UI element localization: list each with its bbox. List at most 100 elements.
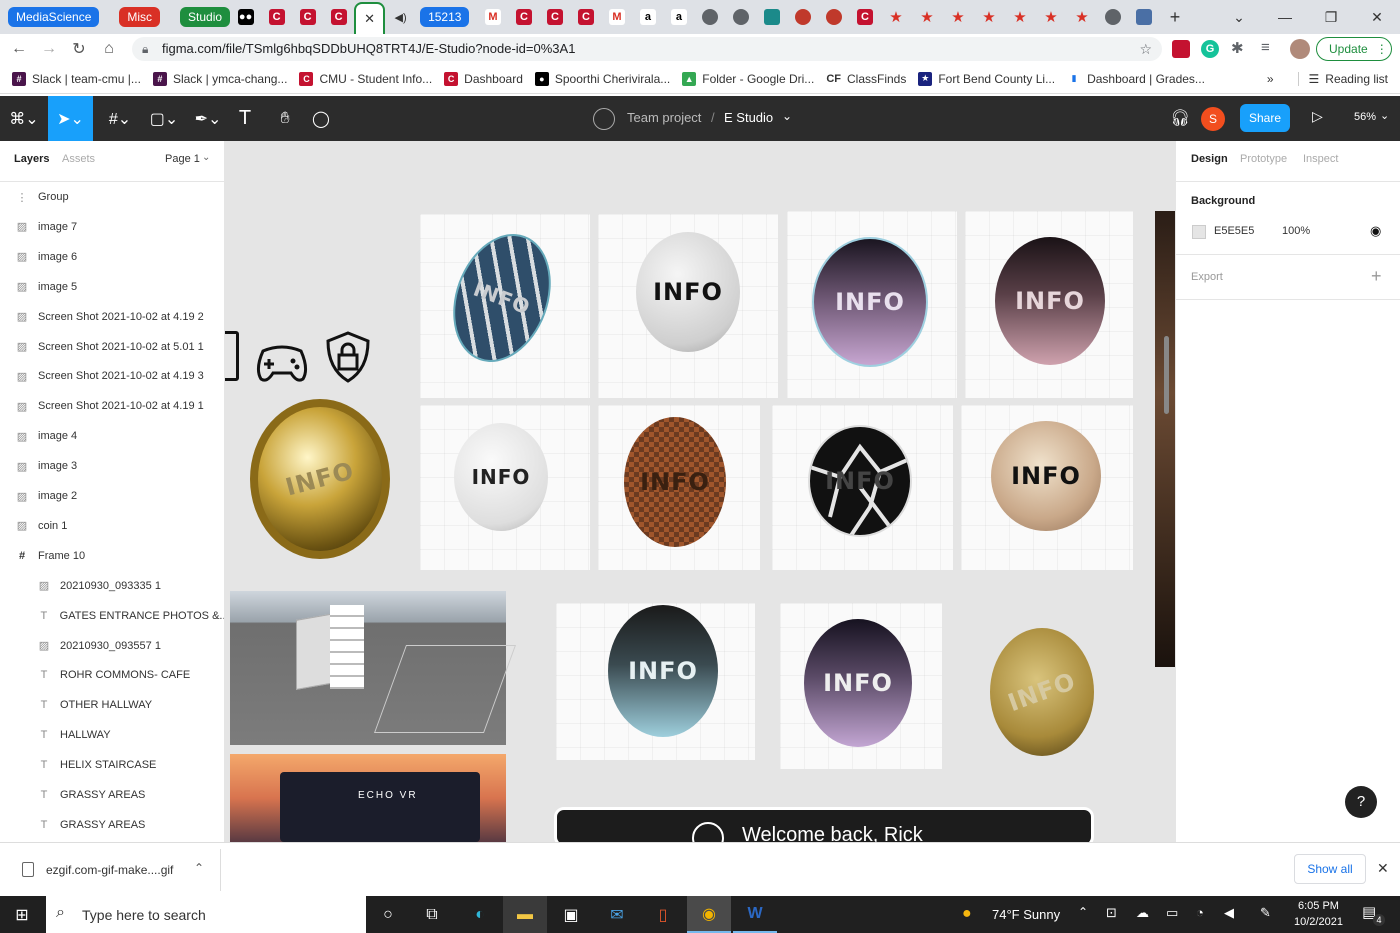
tab-star-7[interactable]: ★	[1066, 0, 1097, 34]
tab-medium[interactable]: ●●	[230, 0, 261, 34]
tab-assets[interactable]: Assets	[62, 153, 95, 165]
tab-star-4[interactable]: ★	[973, 0, 1004, 34]
bookmark-slack-1[interactable]: # Slack | team-cmu |...	[12, 71, 141, 86]
tab-inspect[interactable]: Inspect	[1303, 153, 1338, 165]
layer-row[interactable]: T OTHER HALLWAY	[0, 690, 224, 720]
layer-row[interactable]: ▨ image 7	[0, 212, 224, 242]
back-button[interactable]: ←	[8, 38, 30, 60]
canvas-scrollbar[interactable]	[1164, 336, 1169, 414]
tab-red-2[interactable]	[818, 0, 849, 34]
text-tool-button[interactable]: T	[230, 96, 260, 141]
tab-chrome[interactable]	[1097, 0, 1128, 34]
chevron-down-icon[interactable]: ⌄	[782, 109, 792, 123]
clock-date[interactable]: 10/2/2021	[1294, 916, 1343, 928]
layer-row[interactable]: ▨ Screen Shot 2021-10-02 at 5.01 1	[0, 332, 224, 362]
tab-teal[interactable]	[756, 0, 787, 34]
pen-workspace-icon[interactable]: ✎	[1260, 905, 1271, 921]
layer-row[interactable]: T HELIX STAIRCASE	[0, 750, 224, 780]
task-view-button[interactable]: ⧉	[410, 896, 454, 933]
home-button[interactable]: ⌂	[98, 38, 120, 60]
layer-row[interactable]: T GRASSY AREAS	[0, 780, 224, 810]
layer-row[interactable]: ▨ 20210930_093335 1	[0, 571, 224, 601]
reading-queue-icon[interactable]: ≡	[1261, 39, 1270, 56]
more-bookmarks-button[interactable]: »	[1267, 72, 1274, 86]
layer-row[interactable]: ▨ 20210930_093557 1	[0, 631, 224, 661]
tab-gmail-2[interactable]: M	[601, 0, 632, 34]
design-canvas[interactable]: INFO INFO INFO INFO INFO INFO INFO INFO …	[225, 141, 1175, 842]
main-menu-button[interactable]: ⌘⌄	[4, 96, 44, 141]
bookmark-fort-bend[interactable]: ★ Fort Bend County Li...	[918, 71, 1055, 86]
headphones-icon[interactable]: 🎧︎	[1170, 108, 1190, 128]
tab-group-misc[interactable]: Misc	[119, 7, 161, 27]
tab-design[interactable]: Design	[1191, 153, 1228, 165]
tab-windows[interactable]	[1128, 0, 1159, 34]
bookmark-spoorthi[interactable]: ● Spoorthi Cherivirala...	[534, 71, 670, 86]
frame-tool-button[interactable]: #⌄	[100, 96, 140, 141]
minimize-button[interactable]: —	[1262, 0, 1308, 34]
taskbar-mail[interactable]: ✉	[595, 896, 639, 933]
layer-row[interactable]: T GATES ENTRANCE PHOTOS &...	[0, 601, 224, 631]
tab-gmail-1[interactable]: M	[477, 0, 508, 34]
tab-group-15213[interactable]: 15213	[420, 7, 470, 27]
new-tab-button[interactable]: +	[1159, 0, 1190, 34]
wifi-icon[interactable]: ◔	[1196, 905, 1204, 920]
bookmark-dashboard[interactable]: C Dashboard	[444, 71, 523, 86]
move-tool-button[interactable]: ➤⌄	[48, 96, 93, 141]
extensions-puzzle-icon[interactable]: ✱	[1231, 39, 1244, 57]
coin-tile-pixel-brown[interactable]: INFO	[598, 405, 760, 570]
tab-amazon-1[interactable]: a	[632, 0, 663, 34]
gold-ring-coin-image[interactable]: INFO	[250, 399, 390, 559]
tab-cmu-7[interactable]: C	[849, 0, 880, 34]
bookmark-cmu-student-info[interactable]: C CMU - Student Info...	[299, 71, 432, 86]
add-export-plus-icon[interactable]: +	[1371, 266, 1382, 287]
file-name[interactable]: E Studio	[724, 110, 773, 125]
tab-prototype[interactable]: Prototype	[1240, 153, 1287, 165]
layer-row[interactable]: ▨ Screen Shot 2021-10-02 at 4.19 2	[0, 302, 224, 332]
background-hex-input[interactable]: E5E5E5	[1214, 225, 1254, 237]
forward-button[interactable]: →	[38, 38, 60, 60]
taskbar-search-box[interactable]: ⌕ Type here to search	[46, 896, 366, 933]
vr-environment-screenshot[interactable]	[230, 591, 517, 745]
coin-tile-plaster[interactable]: INFO	[420, 405, 590, 570]
onedrive-icon[interactable]: ☁	[1136, 905, 1149, 921]
layer-row[interactable]: ▨ image 4	[0, 421, 224, 451]
tab-globe-2[interactable]	[725, 0, 756, 34]
dark-photo-partial[interactable]	[1155, 211, 1175, 667]
bookmark-classfinds[interactable]: CF ClassFinds	[826, 72, 906, 86]
hand-tool-button[interactable]: ✋︎	[270, 96, 300, 141]
tab-star-1[interactable]: ★	[880, 0, 911, 34]
tab-amazon-2[interactable]: a	[663, 0, 694, 34]
chevron-up-icon[interactable]: ⌃	[194, 861, 204, 875]
layer-row[interactable]: ▨ image 3	[0, 451, 224, 481]
update-chrome-button[interactable]: Update ⋮	[1316, 37, 1392, 61]
show-all-button[interactable]: Show all	[1294, 854, 1366, 884]
layer-row[interactable]: T GRASSY AREAS	[0, 810, 224, 840]
weather-text[interactable]: 74°F Sunny	[992, 907, 1060, 922]
window-close-button[interactable]: ✕	[1354, 0, 1400, 34]
clock-time[interactable]: 6:05 PM	[1298, 900, 1339, 912]
coin-tile-hexagon[interactable]: INFO	[420, 214, 590, 398]
layer-row[interactable]: # Frame 10	[0, 541, 224, 571]
tab-cmu-4[interactable]: C	[508, 0, 539, 34]
reading-list-button[interactable]: ☰ Reading list	[1297, 71, 1388, 86]
share-button[interactable]: Share	[1240, 104, 1290, 132]
layer-row[interactable]: T HALLWAY	[0, 720, 224, 750]
gold-flat-coin[interactable]: INFO	[990, 628, 1094, 756]
eye-visibility-icon[interactable]: ◉	[1370, 223, 1381, 239]
layer-row[interactable]: ▨ Screen Shot 2021-10-02 at 4.19 3	[0, 361, 224, 391]
tab-cmu-5[interactable]: C	[539, 0, 570, 34]
download-file-name[interactable]: ezgif.com-gif-make....gif	[46, 863, 173, 877]
tab-group-mediascience[interactable]: MediaScience	[8, 7, 100, 27]
bookmark-grades[interactable]: ▮ Dashboard | Grades...	[1067, 71, 1205, 86]
shape-tool-button[interactable]: ▢⌄	[144, 96, 184, 141]
bookmark-google-drive[interactable]: ▲ Folder - Google Dri...	[682, 71, 814, 86]
tab-star-5[interactable]: ★	[1004, 0, 1035, 34]
coin-tile-teal[interactable]: INFO	[556, 603, 755, 760]
tab-cmu-6[interactable]: C	[570, 0, 601, 34]
pen-tool-button[interactable]: ✒⌄	[188, 96, 228, 141]
battery-icon[interactable]: ▭	[1166, 905, 1178, 921]
tab-search-button[interactable]: ⌄	[1216, 0, 1262, 34]
tab-cmu-3[interactable]: C	[323, 0, 354, 34]
echo-vr-screenshot[interactable]: ECHO VR	[230, 754, 506, 842]
taskbar-edge[interactable]: ◐	[458, 896, 502, 933]
